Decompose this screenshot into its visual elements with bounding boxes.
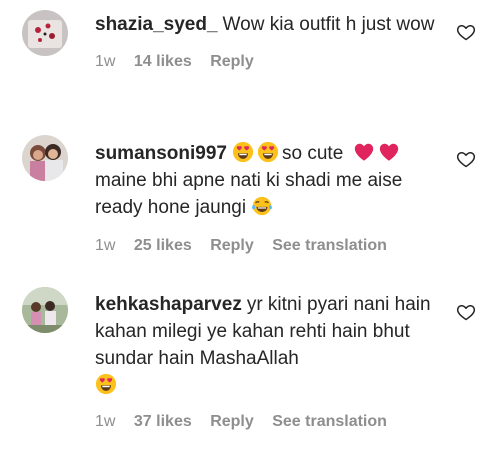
comment-body: Wow kia outfit h just wow [222, 14, 435, 35]
avatar[interactable] [22, 10, 68, 56]
comment-username[interactable]: shazia_syed_ [95, 14, 218, 35]
comment-meta: 1w 14 likes Reply [95, 53, 435, 71]
comment-time[interactable]: 1w [95, 413, 115, 430]
see-translation-button[interactable]: See translation [272, 237, 387, 254]
heart-outline-icon[interactable] [456, 302, 476, 322]
red-heart-emoji [378, 141, 400, 163]
comment-time[interactable]: 1w [95, 237, 115, 254]
comment-likes[interactable]: 25 likes [134, 237, 192, 254]
comment-username[interactable]: kehkashaparvez [95, 294, 242, 315]
comment-meta: 1w 37 likes Reply See translation [95, 413, 435, 431]
comment-likes[interactable]: 37 likes [134, 413, 192, 430]
comment-likes[interactable]: 14 likes [134, 53, 192, 70]
heart-eyes-emoji [95, 373, 117, 395]
comment-body: so cute [282, 143, 344, 164]
comment-text: kehkashaparvez yr kitni pyari nani hain k… [95, 291, 435, 399]
comment-text: sumansoni997 so cute maine bhi apne nati … [95, 140, 435, 221]
heart-outline-icon[interactable] [456, 22, 476, 42]
tears-of-joy-emoji [251, 195, 273, 217]
avatar[interactable] [22, 287, 68, 333]
reply-button[interactable]: Reply [210, 413, 254, 430]
heart-eyes-emoji [232, 141, 254, 163]
comment-username[interactable]: sumansoni997 [95, 143, 227, 164]
heart-eyes-emoji [257, 141, 279, 163]
see-translation-button[interactable]: See translation [272, 413, 387, 430]
reply-button[interactable]: Reply [210, 237, 254, 254]
heart-outline-icon[interactable] [456, 149, 476, 169]
avatar[interactable] [22, 135, 68, 181]
comment-body: maine bhi apne nati ki shadi me aise rea… [95, 170, 403, 218]
red-heart-emoji [353, 141, 375, 163]
comment-time[interactable]: 1w [95, 53, 115, 70]
comment-meta: 1w 25 likes Reply See translation [95, 237, 435, 255]
comment-text: shazia_syed_ Wow kia outfit h just wow [95, 11, 435, 38]
reply-button[interactable]: Reply [210, 53, 254, 70]
